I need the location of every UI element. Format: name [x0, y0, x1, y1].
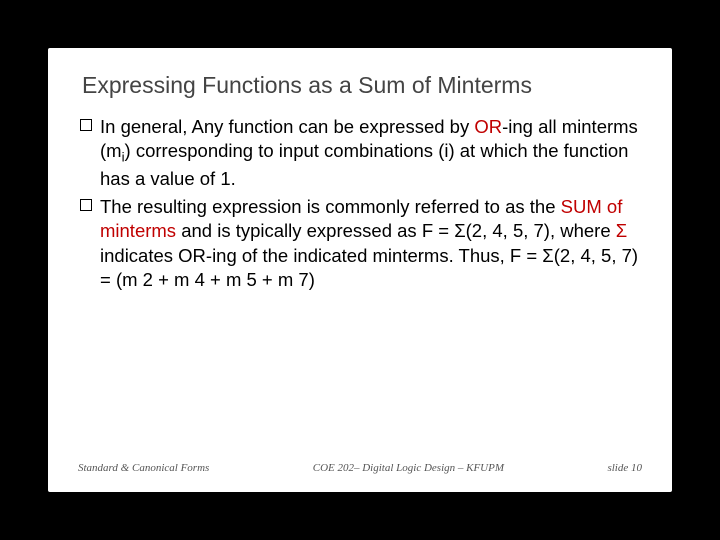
slide-footer: Standard & Canonical Forms COE 202– Digi…	[78, 462, 642, 474]
slide-title: Expressing Functions as a Sum of Minterm…	[82, 72, 642, 99]
square-bullet-icon	[80, 119, 92, 131]
body-text: In general, Any function can be expresse…	[100, 116, 474, 137]
bullet-item: In general, Any function can be expresse…	[78, 115, 642, 191]
footer-left: Standard & Canonical Forms	[78, 462, 209, 474]
square-bullet-icon	[80, 199, 92, 211]
highlight-text: Σ	[616, 220, 627, 241]
body-text: The resulting expression is commonly ref…	[100, 196, 561, 217]
highlight-text: OR	[474, 116, 502, 137]
footer-center: COE 202– Digital Logic Design – KFUPM	[209, 462, 607, 474]
body-text: indicates OR-ing of the indicated minter…	[100, 245, 638, 290]
body-text: ) corresponding to input combinations (i…	[100, 140, 628, 188]
body-text: and is typically expressed as F = Σ(2, 4…	[176, 220, 616, 241]
bullet-item: The resulting expression is commonly ref…	[78, 195, 642, 293]
footer-right: slide 10	[607, 462, 642, 474]
slide: Expressing Functions as a Sum of Minterm…	[48, 48, 672, 492]
slide-content: In general, Any function can be expresse…	[78, 115, 642, 454]
